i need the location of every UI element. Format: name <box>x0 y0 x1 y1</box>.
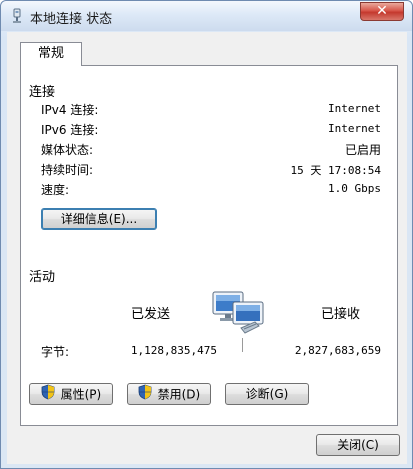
bytes-label: 字节: <box>41 345 70 359</box>
duration-label: 持续时间: <box>41 163 94 177</box>
uac-shield-icon <box>41 384 55 406</box>
details-button[interactable]: 详细信息(E)... <box>41 208 157 230</box>
media-state-label: 媒体状态: <box>41 143 94 157</box>
status-window: 本地连接 状态 ✕ 常规 连接 IPv4 连接: Internet IPv6 连… <box>0 0 413 469</box>
close-button-label: 关闭(C) <box>337 438 379 452</box>
network-activity-icon <box>211 288 267 338</box>
diagnose-button-label: 诊断(G) <box>245 387 289 401</box>
speed-label: 速度: <box>41 183 70 197</box>
activity-divider <box>61 274 387 275</box>
activity-section-title: 活动 <box>29 270 56 285</box>
tab-label: 常规 <box>37 46 64 61</box>
close-icon: ✕ <box>376 3 388 19</box>
details-button-label: 详细信息(E)... <box>60 212 138 226</box>
ipv4-label: IPv4 连接: <box>41 103 99 117</box>
properties-button-label: 属性(P) <box>60 387 102 402</box>
ipv4-value: Internet <box>328 102 381 115</box>
duration-value: 15 天 17:08:54 <box>290 164 381 177</box>
received-label: 已接收 <box>321 307 361 322</box>
speed-value: 1.0 Gbps <box>328 182 381 195</box>
connection-section-title: 连接 <box>29 85 56 100</box>
ipv6-value: Internet <box>328 122 381 135</box>
network-connection-icon <box>9 8 25 24</box>
sent-line <box>184 311 208 312</box>
diagnose-button[interactable]: 诊断(G) <box>225 383 309 405</box>
received-line <box>274 311 298 312</box>
properties-button[interactable]: 属性(P) <box>29 383 113 405</box>
activity-center-line <box>242 338 243 352</box>
window-title: 本地连接 状态 <box>30 12 113 27</box>
disable-button-label: 禁用(D) <box>157 387 201 402</box>
general-panel: 连接 IPv4 连接: Internet IPv6 连接: Internet 媒… <box>20 65 398 426</box>
sent-label: 已发送 <box>131 307 171 322</box>
tab-general[interactable]: 常规 <box>20 42 82 66</box>
bytes-received-value: 2,827,683,659 <box>294 344 381 357</box>
ipv6-label: IPv6 连接: <box>41 123 99 137</box>
dialog-client-area: 常规 连接 IPv4 连接: Internet IPv6 连接: Interne… <box>7 32 407 464</box>
connection-divider <box>61 89 387 90</box>
disable-button[interactable]: 禁用(D) <box>127 383 211 405</box>
bytes-sent-value: 1,128,835,475 <box>130 344 217 357</box>
title-bar[interactable]: 本地连接 状态 ✕ <box>1 1 412 31</box>
media-state-value: 已启用 <box>344 143 381 157</box>
close-window-button[interactable]: ✕ <box>360 2 404 21</box>
close-button[interactable]: 关闭(C) <box>316 434 400 456</box>
uac-shield-icon <box>138 384 152 406</box>
